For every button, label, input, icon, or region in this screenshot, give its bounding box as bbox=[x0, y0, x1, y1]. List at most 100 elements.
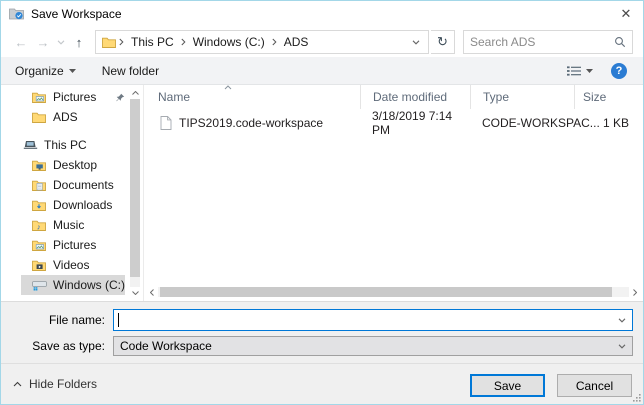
computer-icon bbox=[22, 140, 38, 151]
organize-caret-icon bbox=[68, 68, 76, 73]
breadcrumb-chevron-icon bbox=[118, 38, 125, 46]
address-bar-row: ← → ↑ This PC Windows (C:) ADS ↻ Search … bbox=[1, 27, 643, 57]
sidebar-list: Pictures ADS This PC Desktop Documents D… bbox=[1, 85, 143, 295]
videos-folder-icon bbox=[31, 260, 47, 271]
sidebar-scroll-track[interactable] bbox=[130, 99, 140, 287]
column-label: Date modified bbox=[373, 90, 448, 104]
sidebar-scrollbar[interactable] bbox=[129, 87, 141, 299]
sidebar-item-label: This PC bbox=[44, 138, 87, 152]
file-icon bbox=[160, 116, 172, 130]
breadcrumb-chevron-icon bbox=[271, 38, 278, 46]
view-mode-button[interactable] bbox=[566, 65, 593, 77]
address-dropdown-chevron-icon[interactable] bbox=[406, 39, 426, 45]
sidebar-item-label: Pictures bbox=[53, 238, 97, 252]
address-breadcrumb-bar[interactable]: This PC Windows (C:) ADS bbox=[95, 30, 429, 54]
file-list-horizontal-scrollbar[interactable] bbox=[146, 286, 641, 298]
sidebar-scroll-thumb[interactable] bbox=[130, 99, 140, 277]
command-toolbar: Organize New folder ? bbox=[1, 57, 643, 85]
close-icon[interactable]: ✕ bbox=[609, 1, 643, 27]
up-icon[interactable]: ↑ bbox=[69, 35, 89, 50]
hide-folders-chevron-icon bbox=[13, 381, 22, 387]
sidebar-item-label: Desktop bbox=[53, 158, 98, 172]
save-form: File name: Save as type: Code Workspace bbox=[1, 301, 643, 363]
documents-folder-icon bbox=[31, 180, 47, 191]
downloads-folder-icon bbox=[31, 200, 47, 211]
column-header-name[interactable]: Name bbox=[144, 85, 360, 109]
sidebar-item-label: Music bbox=[53, 218, 85, 232]
breadcrumb-windows-c[interactable]: Windows (C:) bbox=[187, 35, 271, 49]
address-folder-icon bbox=[102, 37, 116, 48]
file-type-cell: CODE-WORKSPAC... bbox=[482, 116, 600, 130]
scroll-up-icon[interactable] bbox=[129, 87, 141, 99]
horizontal-scroll-thumb[interactable] bbox=[160, 287, 613, 297]
column-label: Size bbox=[583, 90, 607, 104]
sidebar-item-pictures[interactable]: Pictures bbox=[21, 235, 125, 255]
save-as-type-select[interactable]: Code Workspace bbox=[113, 336, 633, 356]
scroll-right-icon[interactable] bbox=[629, 288, 641, 296]
back-icon[interactable]: ← bbox=[11, 35, 31, 50]
text-caret bbox=[118, 313, 119, 327]
save-as-type-row: Save as type: Code Workspace bbox=[9, 336, 633, 356]
file-name-text: TIPS2019.code-workspace bbox=[179, 116, 324, 130]
refresh-icon[interactable]: ↻ bbox=[431, 30, 455, 54]
sidebar-item-label: Pictures bbox=[53, 90, 97, 104]
sidebar-item-pictures-pinned[interactable]: Pictures bbox=[21, 87, 125, 107]
sidebar-item-label: ADS bbox=[53, 110, 78, 124]
sidebar-item-label: Documents bbox=[53, 178, 114, 192]
scroll-down-icon[interactable] bbox=[129, 287, 141, 299]
file-name-label: File name: bbox=[48, 313, 105, 327]
column-header-size[interactable]: Size bbox=[574, 85, 643, 109]
scroll-left-icon[interactable] bbox=[146, 288, 158, 296]
folder-icon bbox=[31, 112, 47, 123]
sidebar-item-label: Windows (C:) bbox=[53, 278, 125, 292]
sidebar-item-music[interactable]: ♪ Music bbox=[21, 215, 125, 235]
file-date-cell: 3/18/2019 7:14 PM bbox=[372, 109, 453, 137]
hide-folders-button[interactable]: Hide Folders bbox=[13, 377, 97, 391]
save-as-type-value: Code Workspace bbox=[120, 339, 212, 353]
pictures-folder-icon bbox=[31, 92, 47, 103]
sidebar-item-documents[interactable]: Documents bbox=[21, 175, 125, 195]
sort-ascending-icon bbox=[224, 85, 232, 90]
sidebar-item-ads[interactable]: ADS bbox=[21, 107, 125, 127]
new-folder-label: New folder bbox=[101, 63, 160, 78]
sidebar-item-desktop[interactable]: Desktop bbox=[21, 155, 125, 175]
sidebar-item-label: Videos bbox=[53, 258, 90, 272]
resize-grip[interactable] bbox=[632, 393, 641, 402]
forward-icon[interactable]: → bbox=[33, 35, 53, 50]
file-name-input[interactable] bbox=[114, 310, 612, 330]
organize-button[interactable]: Organize bbox=[15, 64, 76, 78]
cancel-button[interactable]: Cancel bbox=[557, 374, 632, 397]
file-name-combobox bbox=[113, 309, 633, 331]
help-icon[interactable]: ? bbox=[611, 62, 627, 79]
window-title: Save Workspace bbox=[31, 7, 122, 21]
sidebar-item-downloads[interactable]: Downloads bbox=[21, 195, 125, 215]
new-folder-button[interactable]: New folder bbox=[102, 64, 159, 78]
sidebar-item-label: Downloads bbox=[53, 198, 113, 212]
organize-label: Organize bbox=[15, 63, 64, 78]
file-row[interactable]: TIPS2019.code-workspace 3/18/2019 7:14 P… bbox=[144, 109, 643, 137]
dialog-footer: Hide Folders Save Cancel bbox=[1, 363, 643, 404]
file-name-cell: TIPS2019.code-workspace bbox=[144, 116, 360, 130]
breadcrumb-chevron-icon bbox=[180, 38, 187, 46]
pictures-folder-icon bbox=[31, 240, 47, 251]
column-header-type[interactable]: Type bbox=[470, 85, 574, 109]
breadcrumb-this-pc[interactable]: This PC bbox=[125, 35, 180, 49]
desktop-folder-icon bbox=[31, 160, 47, 171]
main-area: Pictures ADS This PC Desktop Documents D… bbox=[1, 85, 643, 301]
breadcrumb-ads[interactable]: ADS bbox=[278, 35, 315, 49]
column-label: Name bbox=[158, 90, 191, 104]
save-as-type-label: Save as type: bbox=[32, 339, 105, 353]
sidebar-item-videos[interactable]: Videos bbox=[21, 255, 125, 275]
file-size-cell: 1 KB bbox=[602, 116, 629, 130]
svg-text:♪: ♪ bbox=[37, 222, 41, 231]
horizontal-scroll-track[interactable] bbox=[158, 287, 629, 297]
file-name-dropdown-chevron-icon[interactable] bbox=[612, 317, 632, 323]
music-folder-icon: ♪ bbox=[31, 220, 47, 231]
sidebar-item-windows-c[interactable]: Windows (C:) bbox=[21, 275, 125, 295]
sidebar-item-this-pc[interactable]: This PC bbox=[21, 135, 125, 155]
recent-locations-chevron-icon[interactable] bbox=[55, 39, 67, 45]
search-input[interactable] bbox=[470, 35, 614, 49]
save-button[interactable]: Save bbox=[470, 374, 545, 397]
search-icon[interactable] bbox=[614, 36, 626, 48]
column-header-date-modified[interactable]: Date modified bbox=[360, 85, 470, 109]
